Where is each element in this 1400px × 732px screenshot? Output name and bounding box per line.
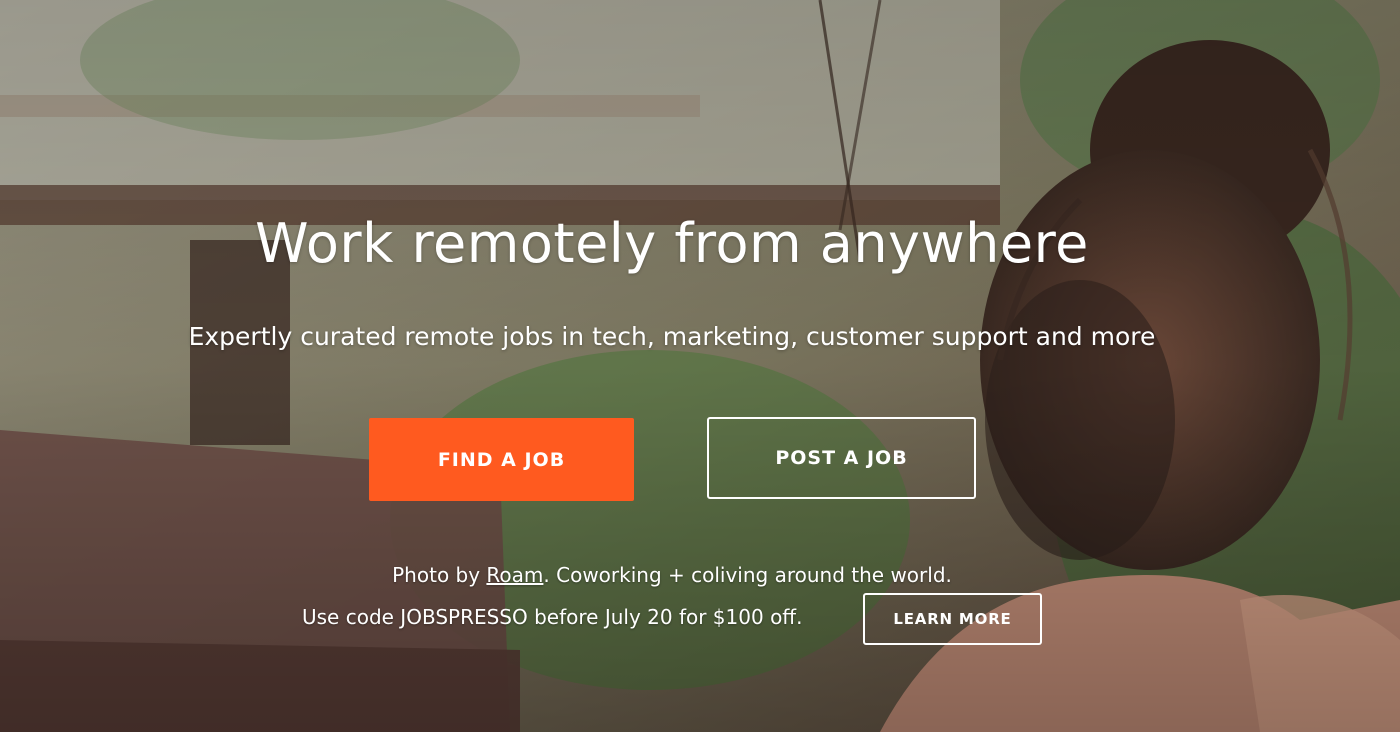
roam-link[interactable]: Roam <box>486 563 543 587</box>
promo-text: Use code JOBSPRESSO before July 20 for $… <box>302 605 803 629</box>
photo-credit-suffix: . Coworking + coliving around the world. <box>543 563 952 587</box>
hero-content: Work remotely from anywhere Expertly cur… <box>0 0 1400 732</box>
photo-credit: Photo by Roam. Coworking + coliving arou… <box>0 561 1344 589</box>
learn-more-button[interactable]: LEARN MORE <box>863 593 1042 645</box>
photo-credit-prefix: Photo by <box>392 563 487 587</box>
hero-section: Work remotely from anywhere Expertly cur… <box>0 0 1400 732</box>
find-a-job-button[interactable]: FIND A JOB <box>369 418 634 501</box>
hero-subheadline: Expertly curated remote jobs in tech, ma… <box>188 322 1156 351</box>
post-a-job-button[interactable]: POST A JOB <box>707 417 976 499</box>
hero-headline: Work remotely from anywhere <box>255 212 1089 275</box>
